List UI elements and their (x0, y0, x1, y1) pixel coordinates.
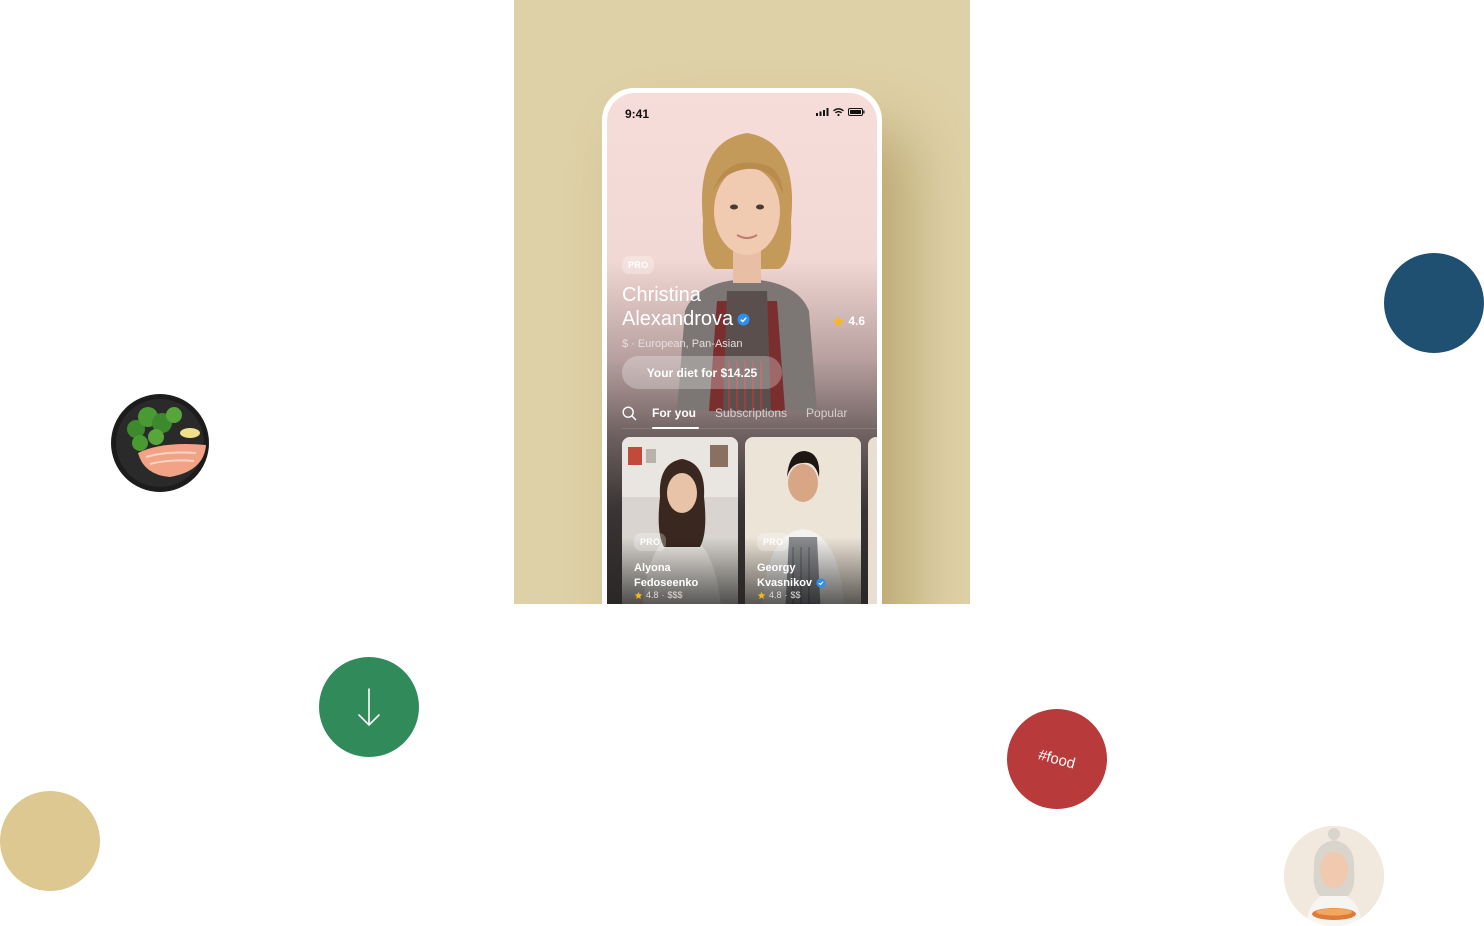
card-separator: · (661, 590, 665, 600)
card-rating: 4.8 (646, 590, 659, 600)
battery-icon (848, 108, 865, 116)
status-icons (816, 108, 865, 116)
salmon-broccoli-plate-image (110, 393, 210, 493)
tab-subscriptions[interactable]: Subscriptions (715, 398, 787, 428)
verified-icon (816, 578, 826, 588)
status-time: 9:41 (625, 107, 650, 121)
star-icon (757, 591, 766, 599)
verified-icon (737, 313, 750, 326)
chef-card-partial[interactable] (868, 437, 877, 604)
star-icon (833, 315, 845, 326)
tab-for-you[interactable]: For you (652, 398, 699, 429)
sand-decor-circle (0, 791, 100, 891)
chef-card[interactable]: PRO Georgy Kvasnikov 4.8 · $$ (745, 437, 861, 604)
card-first-name: Georgy (757, 562, 796, 574)
card-meta: 4.8 · $$ (757, 590, 801, 600)
card-chef-name: Georgy Kvasnikov (757, 561, 826, 591)
chef-rating-value: 4.6 (848, 314, 865, 328)
food-hashtag-circle[interactable]: #food (1007, 709, 1107, 809)
chef-last-name: Alexandrova (622, 308, 734, 330)
card-price: $$$ (667, 590, 683, 600)
signal-icon (816, 108, 829, 116)
card-chef-name: Alyona Fedoseenko (634, 561, 698, 591)
card-price: $$ (790, 590, 801, 600)
diet-cta-button[interactable]: Your diet for $14.25 (622, 356, 782, 389)
chef-first-name: Christina (622, 284, 701, 306)
chef-cards-row: PRO Alyona Fedoseenko 4.8 · $$$ PRO Geor… (622, 437, 877, 604)
feed-tabs: For you Subscriptions Popular (622, 398, 877, 429)
chef-rating: 4.6 (832, 314, 865, 328)
tab-popular[interactable]: Popular (806, 398, 847, 428)
phone-screen: 9:41 PRO Christina Alexandrova 4.6 $ · E… (607, 93, 877, 604)
chef-cuisine-meta: $ · European, Pan-Asian (622, 338, 743, 350)
pro-badge: PRO (622, 256, 655, 274)
food-hashtag-label: #food (1036, 745, 1078, 773)
card-rating: 4.8 (769, 590, 782, 600)
card-last-name: Kvasnikov (757, 577, 813, 589)
chef-avatar-image (1284, 826, 1384, 926)
showcase-stage: 9:41 PRO Christina Alexandrova 4.6 $ · E… (514, 0, 970, 604)
star-icon (634, 591, 643, 599)
card-meta: 4.8 · $$$ (634, 590, 683, 600)
arrow-down-icon (358, 688, 380, 727)
search-button[interactable] (622, 398, 638, 428)
search-icon (622, 405, 637, 420)
card-pro-badge: PRO (634, 533, 667, 551)
blue-decor-circle (1384, 253, 1484, 353)
card-pro-badge: PRO (757, 533, 790, 551)
chef-name: Christina Alexandrova (622, 283, 750, 331)
card-first-name: Alyona (634, 562, 671, 574)
card-separator: · (784, 590, 788, 600)
chef-card[interactable]: PRO Alyona Fedoseenko 4.8 · $$$ (622, 437, 738, 604)
wifi-icon (833, 108, 844, 116)
card-last-name: Fedoseenko (634, 577, 699, 589)
phone-frame: 9:41 PRO Christina Alexandrova 4.6 $ · E… (602, 88, 882, 604)
download-button[interactable] (319, 657, 419, 757)
